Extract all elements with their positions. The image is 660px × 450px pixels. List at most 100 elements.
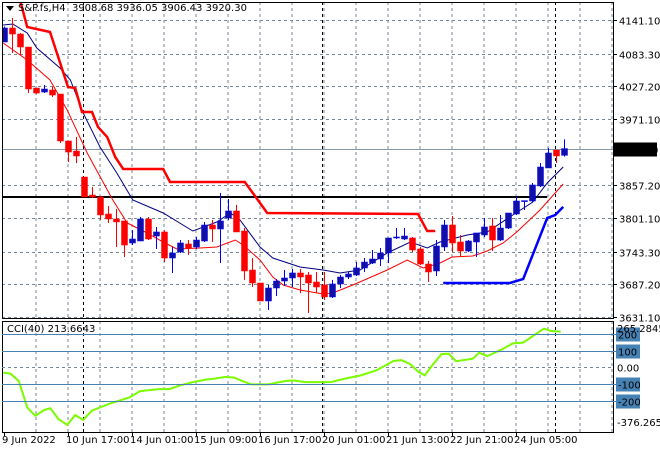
candle-body: [145, 218, 152, 240]
candle-body: [185, 243, 192, 249]
candle-body: [505, 212, 512, 229]
candle-body: [65, 140, 72, 153]
candle-body: [513, 200, 520, 215]
candle: [385, 237, 392, 264]
candle: [505, 212, 512, 230]
price-axis-label: 3857.20: [619, 182, 660, 193]
candle: [425, 260, 432, 283]
candle: [529, 183, 536, 202]
candle: [177, 240, 184, 253]
price-chart[interactable]: 4141.10 4083.30 4027.20 3971.10 3857.20 3801.…: [0, 0, 660, 450]
candle: [73, 136, 80, 164]
candle: [137, 217, 144, 242]
candle-body: [497, 227, 504, 241]
candle: [105, 206, 112, 224]
candle-body: [105, 213, 112, 220]
candle-body: [57, 93, 64, 142]
candle: [97, 195, 104, 220]
candle: [345, 271, 352, 279]
candle-body: [385, 237, 392, 254]
candle-body: [401, 235, 408, 240]
candle: [417, 247, 424, 265]
candle-body: [417, 248, 424, 265]
time-axis-label: 20 Jun 01:00: [322, 435, 386, 446]
candle-body: [257, 282, 264, 302]
dropdown-triangle-icon[interactable]: [6, 5, 14, 11]
candle: [257, 282, 264, 302]
candle-body: [297, 272, 304, 278]
cci-axis-zero-label: 0.00: [617, 364, 639, 375]
candle: [249, 258, 256, 288]
candle-body: [9, 27, 16, 35]
candle: [169, 247, 176, 273]
candle: [313, 271, 320, 294]
candle-body: [489, 225, 496, 241]
cci-value: 213.6643: [47, 324, 96, 335]
candle-body: [273, 280, 280, 289]
close-value: 3920.30: [205, 3, 247, 14]
low-value: 3906.43: [161, 3, 203, 14]
cci-title: CCI(40) 213.6643: [7, 324, 95, 335]
time-axis-label: 22 Jun 21:00: [450, 435, 514, 446]
candle-body: [305, 274, 312, 284]
symbol-label: S&P.fs,H4: [18, 3, 66, 14]
candle: [513, 196, 520, 215]
price-axis-label: 3687.20: [619, 281, 660, 292]
cci-name: CCI(40): [7, 324, 45, 335]
candle-body: [481, 226, 488, 236]
price-axis-label: 4027.20: [619, 83, 660, 94]
candle: [65, 140, 72, 162]
candle: [545, 148, 552, 169]
candle-body: [73, 150, 80, 157]
candle: [473, 232, 480, 258]
candle-body: [241, 230, 248, 272]
candle-body: [289, 272, 296, 279]
cci-axis-min-label: -376.2651: [617, 418, 660, 429]
candle: [25, 46, 32, 94]
time-axis-label: 10 Jun 17:00: [66, 435, 130, 446]
price-axis-label: 3743.30: [619, 249, 660, 260]
candle: [153, 226, 160, 249]
time-axis-label: 24 Jun 05:00: [514, 435, 578, 446]
candle-body: [433, 245, 440, 272]
cci-pane-frame: [2, 321, 614, 433]
candle-body: [321, 284, 328, 298]
candle-body: [97, 196, 104, 216]
candle: [113, 208, 120, 248]
time-axis-label: 16 Jun 17:00: [258, 435, 322, 446]
candle: [201, 221, 208, 242]
time-axis-label: 9 Jun 2022: [2, 435, 56, 446]
candle-body: [393, 236, 400, 239]
ma-slow-line: [2, 42, 564, 295]
candle-body: [473, 232, 480, 243]
candle-body: [361, 261, 368, 269]
candle-body: [49, 89, 56, 96]
candle-body: [33, 87, 40, 94]
candle-body: [537, 166, 544, 187]
open-value: 3908.68: [71, 3, 114, 14]
candle-body: [209, 224, 216, 230]
candle: [537, 163, 544, 187]
cci-line: [3, 327, 561, 427]
candle-body: [89, 194, 96, 198]
candle-body: [561, 148, 568, 156]
candle-body: [161, 231, 168, 259]
candle-body: [377, 252, 384, 260]
candle-body: [121, 220, 128, 246]
time-axis-label: 21 Jun 13:00: [386, 435, 450, 446]
candle-body: [545, 152, 552, 169]
time-axis-label: 15 Jun 09:00: [194, 435, 258, 446]
candle: [305, 271, 312, 313]
candle: [449, 216, 456, 253]
candle-body: [113, 218, 120, 223]
candle: [241, 228, 248, 280]
candle-body: [345, 273, 352, 278]
candle-body: [129, 238, 136, 244]
candle-body: [553, 149, 560, 157]
candle-body: [81, 176, 88, 198]
cci-axis-max-label: 265.2845: [617, 324, 660, 335]
price-axis-label: 4083.30: [619, 51, 660, 62]
candle: [481, 218, 488, 237]
candle: [433, 240, 440, 277]
price-axis-label: 3631.10: [619, 314, 660, 325]
